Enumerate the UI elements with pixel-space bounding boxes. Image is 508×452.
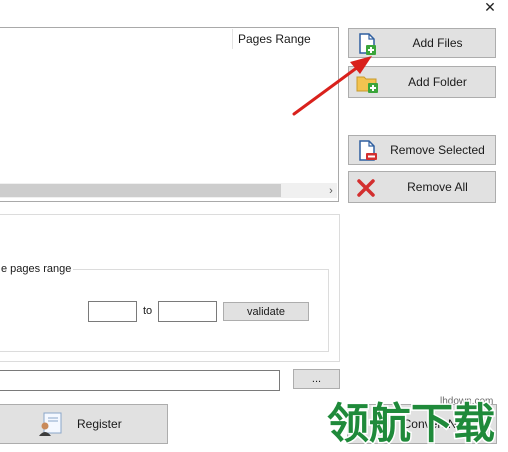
validate-label: validate [247,305,285,318]
watermark-logo: 领航下载 [323,392,508,450]
scroll-right-button[interactable]: › [325,183,337,198]
browse-button[interactable]: ... [293,369,340,389]
output-path-input[interactable] [0,370,280,391]
range-to-input[interactable] [158,301,217,322]
register-button[interactable]: Register [0,404,168,444]
column-divider [232,29,233,49]
remove-all-button[interactable]: Remove All [348,171,496,203]
red-arrow-annotation [292,56,372,116]
add-folder-label: Add Folder [408,75,467,89]
remove-selected-label: Remove Selected [390,143,485,157]
watermark-logo-text: 领航下载 [327,399,495,448]
register-label: Register [77,417,122,431]
pages-range-legend: e pages range [0,263,74,275]
close-button[interactable]: ✕ [478,0,502,15]
remove-selected-button[interactable]: Remove Selected [348,135,496,165]
chevron-right-icon: › [329,184,333,197]
browse-label: ... [311,373,322,385]
validate-button[interactable]: validate [223,302,309,321]
range-from-input[interactable] [88,301,137,322]
add-files-label: Add Files [412,36,463,50]
range-to-label: to [143,305,153,317]
scrollbar-thumb[interactable] [0,184,281,197]
red-x-icon [354,176,380,198]
certificate-user-icon [37,411,63,437]
remove-all-label: Remove All [407,180,468,194]
file-remove-icon [354,139,380,161]
close-icon: ✕ [484,0,496,15]
